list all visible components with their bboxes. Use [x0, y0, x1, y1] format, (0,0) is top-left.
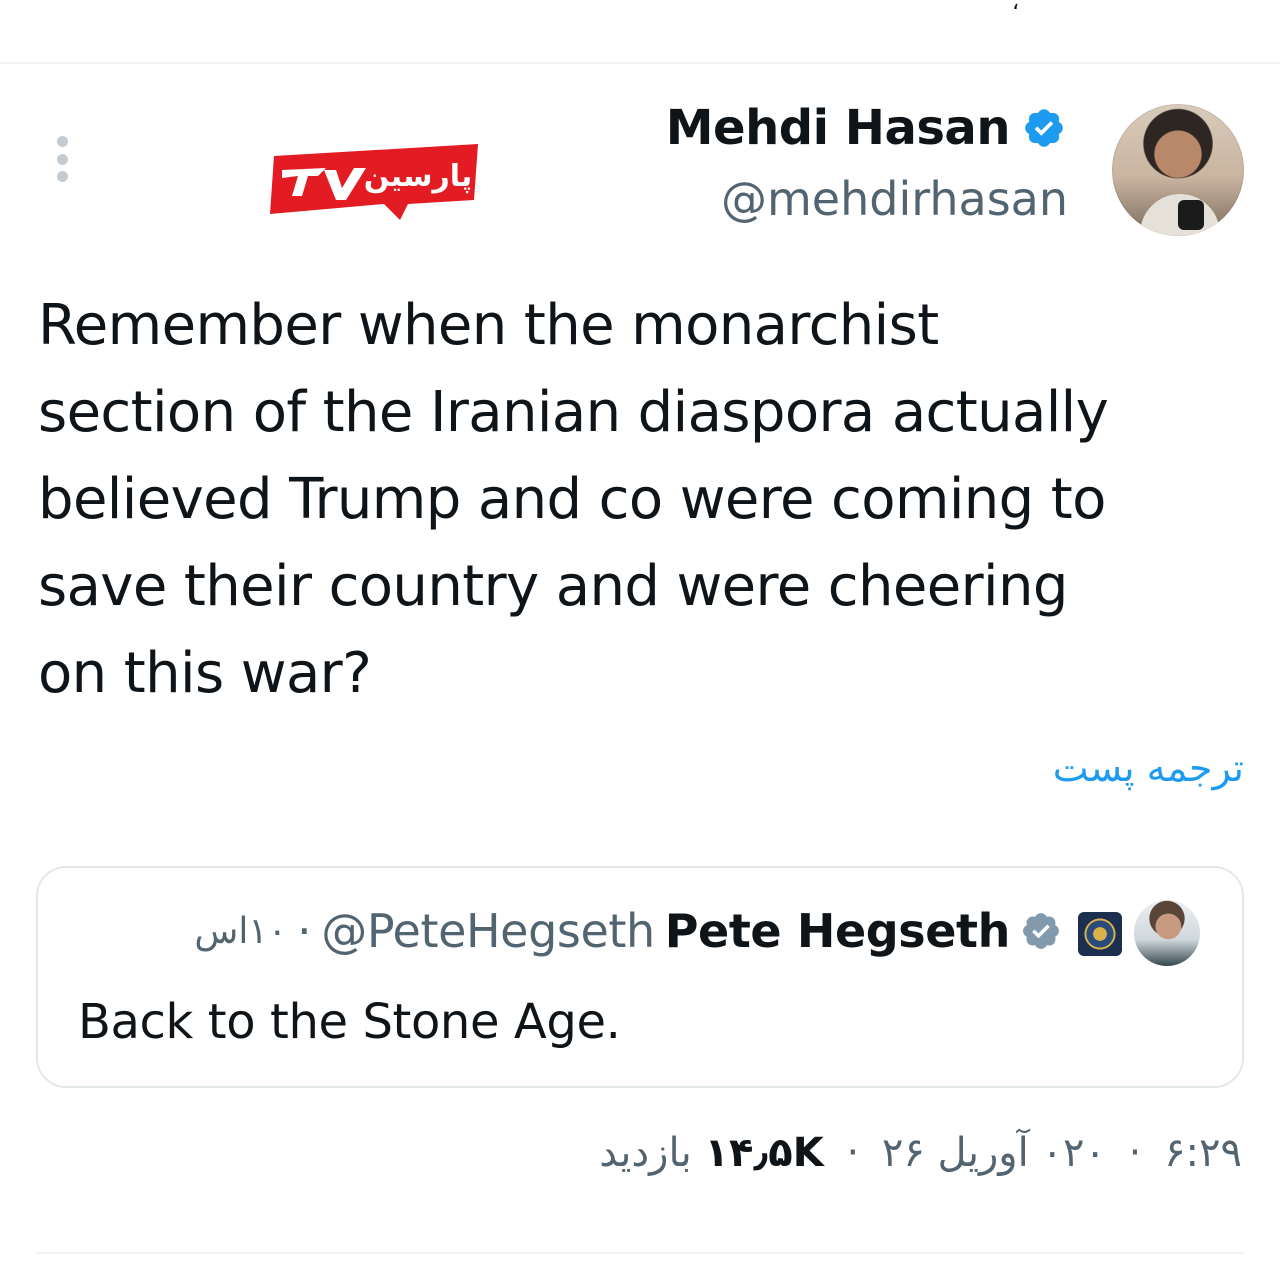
- government-affiliation-badge-icon[interactable]: [1078, 912, 1122, 956]
- quoted-separator: ·: [297, 904, 312, 958]
- tweet-time[interactable]: ۶:۲۹: [1164, 1130, 1242, 1176]
- avatar-microphone: [1178, 200, 1204, 230]
- quoted-author-handle[interactable]: @PeteHegseth: [321, 904, 655, 958]
- quoted-author-avatar[interactable]: [1134, 900, 1200, 966]
- translate-post-link[interactable]: ترجمه پست: [1053, 746, 1244, 790]
- quoted-tweet-text: Back to the Stone Age.: [78, 994, 621, 1050]
- author-name-row[interactable]: Mehdi Hasan: [666, 100, 1066, 156]
- tweet-text: Remember when the monarchist section of …: [38, 293, 1109, 706]
- quoted-tweet-card[interactable]: ۱۰اس · @PeteHegseth Pete Hegseth Back to…: [36, 866, 1244, 1088]
- previous-post-glyph: ،: [1012, 0, 1020, 15]
- verified-badge-icon[interactable]: [1022, 106, 1066, 150]
- tweet-meta: ۶:۲۹ · ۰۲۰ آوریل ۲۶ · ۱۴٫۵K بازدید: [599, 1130, 1242, 1176]
- parsin-tv-logo: پارسین: [270, 144, 478, 220]
- author-handle[interactable]: @mehdirhasan: [721, 172, 1068, 226]
- bottom-divider: [36, 1252, 1244, 1254]
- previous-post-edge: ،: [0, 0, 1280, 15]
- quoted-author-name[interactable]: Pete Hegseth: [665, 904, 1011, 958]
- quoted-tweet-header: ۱۰اس · @PeteHegseth Pete Hegseth: [194, 904, 1062, 958]
- more-dot: [56, 153, 68, 165]
- views-count[interactable]: ۱۴٫۵K: [705, 1130, 824, 1176]
- more-options-icon[interactable]: [54, 136, 70, 182]
- tweet-date[interactable]: ۰۲۰ آوریل ۲۶: [882, 1130, 1106, 1176]
- more-dot: [56, 136, 68, 147]
- quoted-tweet-time[interactable]: ۱۰اس: [194, 911, 287, 952]
- quoted-verified-badge-icon[interactable]: [1020, 910, 1062, 952]
- author-avatar[interactable]: [1112, 104, 1244, 236]
- more-dot: [56, 171, 68, 182]
- views-label: بازدید: [599, 1130, 692, 1176]
- top-divider: [0, 62, 1280, 64]
- meta-separator: ·: [846, 1130, 860, 1176]
- meta-separator: ·: [1128, 1130, 1142, 1176]
- svg-text:پارسین: پارسین: [364, 159, 473, 194]
- author-display-name[interactable]: Mehdi Hasan: [666, 100, 1011, 156]
